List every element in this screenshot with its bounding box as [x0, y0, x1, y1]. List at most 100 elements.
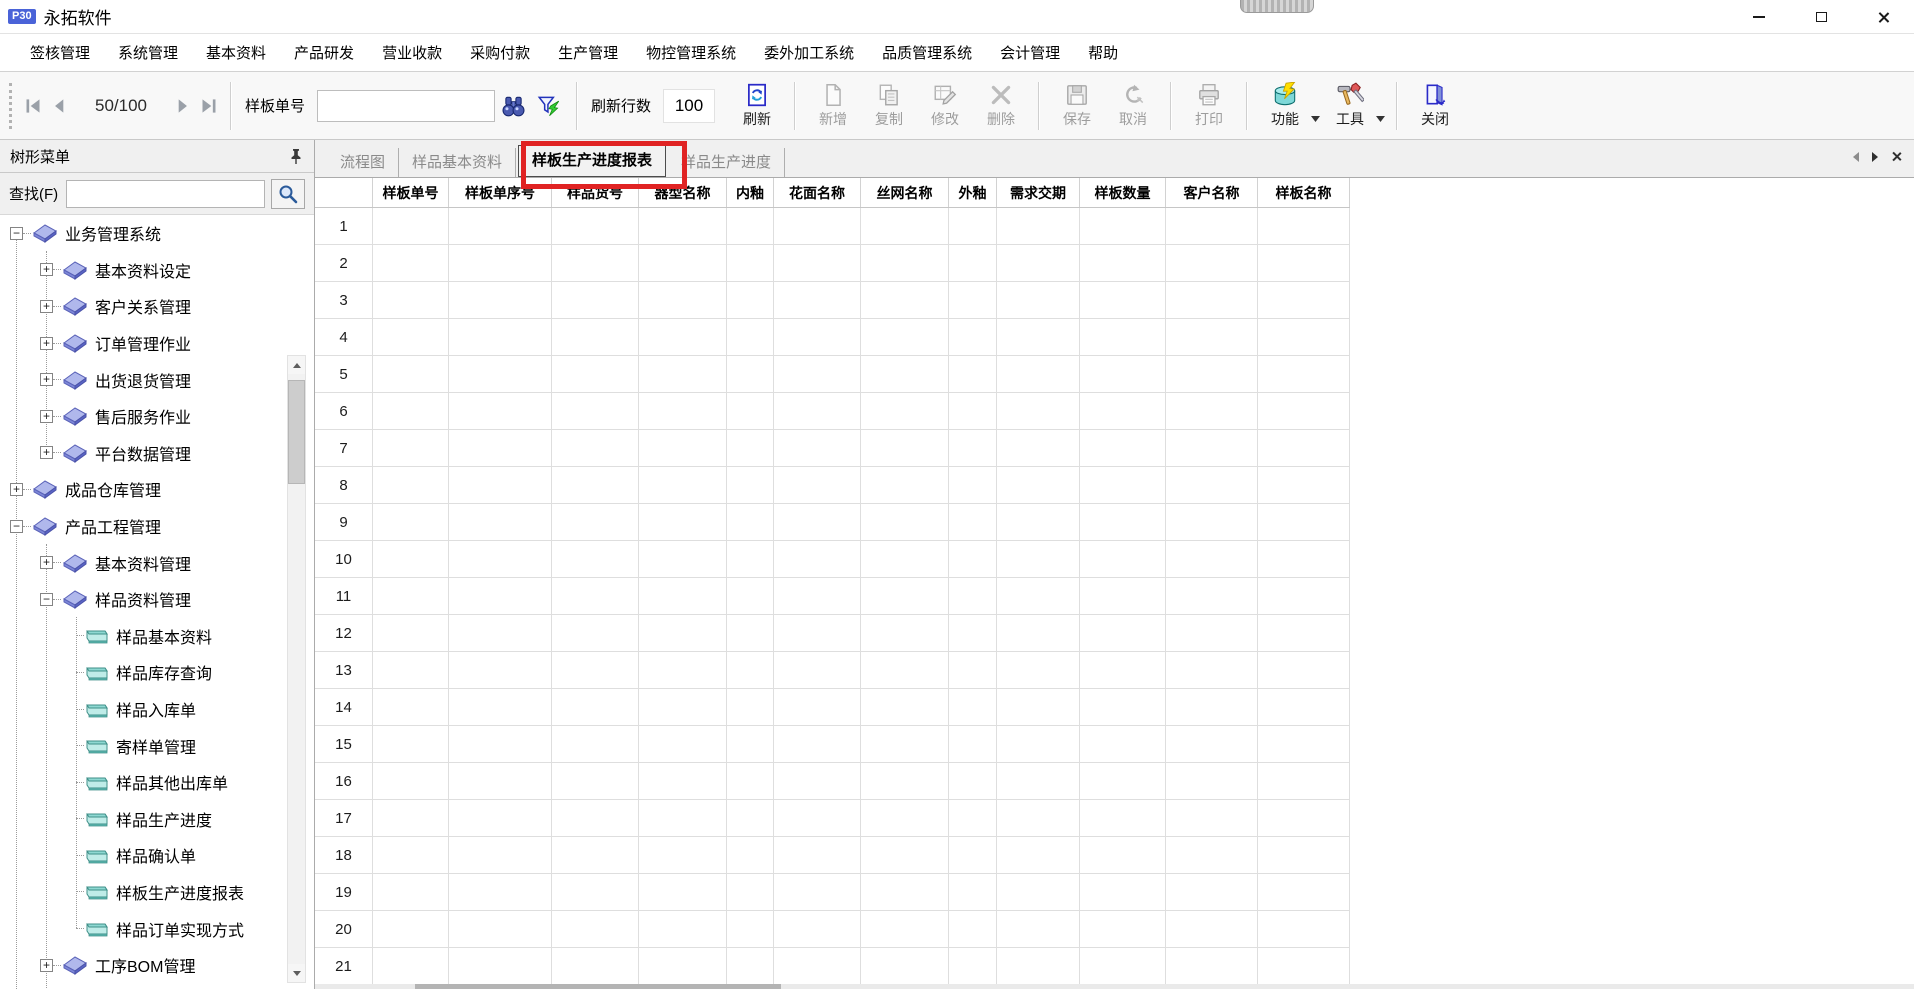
- maximize-button[interactable]: [1790, 0, 1852, 34]
- collapse-toggle[interactable]: −: [10, 227, 23, 240]
- menu-item[interactable]: 会计管理: [986, 42, 1074, 63]
- tree-item[interactable]: 样品确认单: [0, 837, 288, 874]
- tree-item[interactable]: 样品库存查询: [0, 654, 288, 691]
- grid-header-cell[interactable]: 客户名称: [1166, 178, 1258, 207]
- grid-row[interactable]: 5: [315, 356, 1350, 393]
- tab-active[interactable]: 样板生产进度报表: [518, 145, 666, 177]
- menu-item[interactable]: 品质管理系统: [868, 42, 986, 63]
- tab[interactable]: 样品生产进度: [668, 148, 785, 177]
- expand-toggle[interactable]: +: [40, 446, 53, 459]
- save-button[interactable]: 保存: [1049, 76, 1105, 136]
- tree-item[interactable]: 样板生产进度报表: [0, 874, 288, 911]
- minimize-button[interactable]: [1728, 0, 1790, 34]
- grid-row[interactable]: 18: [315, 837, 1350, 874]
- scroll-down-button[interactable]: [288, 964, 305, 982]
- next-record-button[interactable]: [169, 93, 195, 119]
- menu-item[interactable]: 系统管理: [104, 42, 192, 63]
- new-button[interactable]: 新增: [805, 76, 861, 136]
- menu-item[interactable]: 委外加工系统: [750, 42, 868, 63]
- delete-button[interactable]: 删除: [973, 76, 1029, 136]
- tree-item[interactable]: 样品生产进度: [0, 801, 288, 838]
- grid-row[interactable]: 11: [315, 578, 1350, 615]
- row-number-cell[interactable]: 1: [315, 208, 373, 245]
- close-form-button[interactable]: 关闭: [1407, 76, 1463, 136]
- print-button[interactable]: 打印: [1181, 76, 1237, 136]
- tab-close-button[interactable]: [1891, 151, 1902, 162]
- tree-item[interactable]: −样品资料管理: [0, 581, 288, 618]
- grid-row[interactable]: 7: [315, 430, 1350, 467]
- prev-record-button[interactable]: [47, 93, 73, 119]
- row-number-cell[interactable]: 20: [315, 911, 373, 948]
- tree-item[interactable]: +客户关系管理: [0, 288, 288, 325]
- collapse-toggle[interactable]: −: [10, 520, 23, 533]
- copy-button[interactable]: 复制: [861, 76, 917, 136]
- expand-toggle[interactable]: +: [40, 373, 53, 386]
- tab[interactable]: 流程图: [327, 148, 399, 177]
- tree-item[interactable]: +出货退货管理: [0, 361, 288, 398]
- menu-item[interactable]: 生产管理: [544, 42, 632, 63]
- grid-row[interactable]: 6: [315, 393, 1350, 430]
- menu-item[interactable]: 基本资料: [192, 42, 280, 63]
- refresh-button[interactable]: 刷新: [729, 76, 785, 136]
- row-number-cell[interactable]: 12: [315, 615, 373, 652]
- menu-item[interactable]: 产品研发: [280, 42, 368, 63]
- grid-row[interactable]: 3: [315, 282, 1350, 319]
- tree-item[interactable]: +工序BOM管理: [0, 947, 288, 984]
- expand-toggle[interactable]: +: [40, 337, 53, 350]
- row-number-cell[interactable]: 13: [315, 652, 373, 689]
- grid-row[interactable]: 2: [315, 245, 1350, 282]
- tree-item[interactable]: +基本资料管理: [0, 544, 288, 581]
- pin-button[interactable]: [288, 148, 304, 165]
- tab-scroll-left-button[interactable]: [1853, 152, 1859, 162]
- tree-item[interactable]: −业务管理系统: [0, 215, 288, 252]
- row-number-cell[interactable]: 18: [315, 837, 373, 874]
- tree-item[interactable]: +基本资料设定: [0, 252, 288, 289]
- expand-toggle[interactable]: +: [40, 410, 53, 423]
- grid-header-cell[interactable]: 内釉: [727, 178, 774, 207]
- tree-item[interactable]: +订单管理作业: [0, 325, 288, 362]
- grid-row[interactable]: 17: [315, 800, 1350, 837]
- tools-dropdown-arrow[interactable]: [1376, 116, 1385, 122]
- grid-header-cell[interactable]: 需求交期: [997, 178, 1080, 207]
- row-number-cell[interactable]: 4: [315, 319, 373, 356]
- row-number-cell[interactable]: 5: [315, 356, 373, 393]
- expand-toggle[interactable]: +: [40, 263, 53, 276]
- first-record-button[interactable]: [21, 93, 47, 119]
- find-button[interactable]: [495, 86, 531, 126]
- cancel-button[interactable]: 取消: [1105, 76, 1161, 136]
- collapse-toggle[interactable]: −: [40, 593, 53, 606]
- tree-item[interactable]: +平台数据管理: [0, 435, 288, 472]
- grid-header-cell[interactable]: 器型名称: [639, 178, 727, 207]
- tree-item[interactable]: −产品工程管理: [0, 508, 288, 545]
- tree-item[interactable]: 样品入库单: [0, 691, 288, 728]
- tab-scroll-right-button[interactable]: [1872, 152, 1878, 162]
- tree-item[interactable]: +售后服务作业: [0, 398, 288, 435]
- grid-row[interactable]: 4: [315, 319, 1350, 356]
- tree-item[interactable]: 寄样单管理: [0, 727, 288, 764]
- scrollbar-thumb[interactable]: [288, 380, 305, 484]
- row-number-cell[interactable]: 19: [315, 874, 373, 911]
- grid-row[interactable]: 13: [315, 652, 1350, 689]
- grid-row[interactable]: 14: [315, 689, 1350, 726]
- grid-hscrollbar[interactable]: [315, 984, 1914, 989]
- row-number-cell[interactable]: 16: [315, 763, 373, 800]
- row-number-cell[interactable]: 11: [315, 578, 373, 615]
- menu-item[interactable]: 签核管理: [16, 42, 104, 63]
- grid-row[interactable]: 20: [315, 911, 1350, 948]
- grid-row[interactable]: 8: [315, 467, 1350, 504]
- grid-row[interactable]: 16: [315, 763, 1350, 800]
- row-number-cell[interactable]: 8: [315, 467, 373, 504]
- tab[interactable]: 样品基本资料: [399, 148, 516, 177]
- tree-item[interactable]: +标准成本计算: [0, 983, 288, 989]
- expand-toggle[interactable]: +: [40, 959, 53, 972]
- sidebar-search-button[interactable]: [271, 179, 305, 209]
- grid-header-cell[interactable]: 外釉: [949, 178, 997, 207]
- function-dropdown-arrow[interactable]: [1311, 116, 1320, 122]
- grid-header-cell[interactable]: 样板单号: [373, 178, 449, 207]
- grid-row[interactable]: 19: [315, 874, 1350, 911]
- grid-header-cell[interactable]: 样板数量: [1080, 178, 1166, 207]
- modify-button[interactable]: 修改: [917, 76, 973, 136]
- menu-item[interactable]: 物控管理系统: [632, 42, 750, 63]
- grid-row[interactable]: 1: [315, 208, 1350, 245]
- grid-header-cell[interactable]: 花面名称: [774, 178, 861, 207]
